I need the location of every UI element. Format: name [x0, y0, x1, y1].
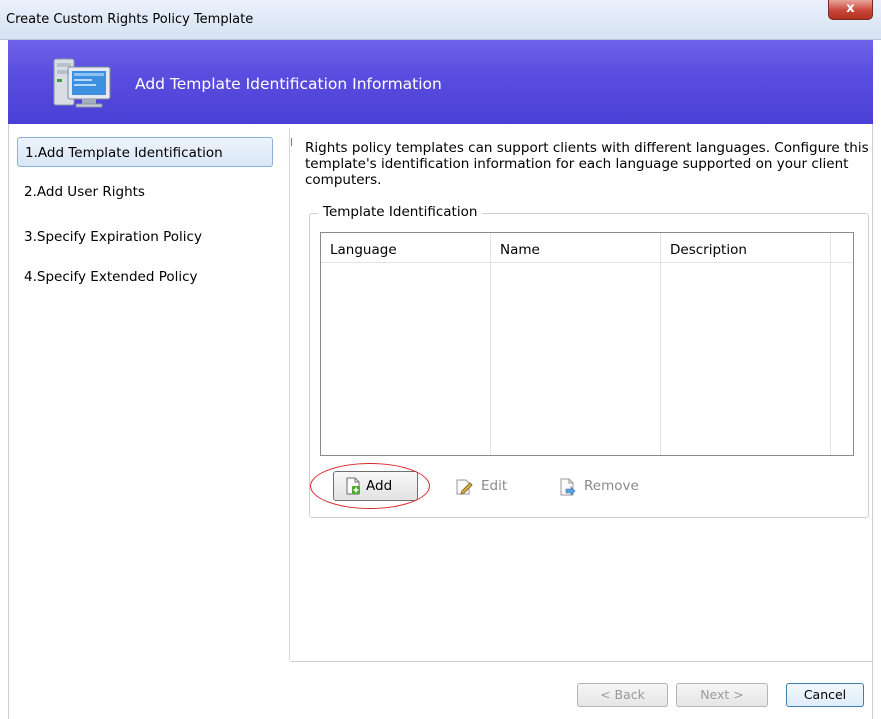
splitter-handle[interactable]: [291, 138, 292, 146]
close-icon: x: [846, 1, 855, 16]
nav-step-add-user-rights[interactable]: 2.Add User Rights: [17, 177, 145, 207]
cancel-button[interactable]: Cancel: [786, 683, 864, 707]
nav-step-add-template-identification[interactable]: 1.Add Template Identification: [17, 137, 273, 167]
nav-step-specify-extended-policy[interactable]: 4.Specify Extended Policy: [17, 262, 198, 292]
column-header-language[interactable]: Language: [321, 233, 490, 263]
computer-monitor-icon: [53, 58, 111, 108]
remove-button-label: Remove: [584, 478, 639, 494]
nav-step-label: 4.Specify Extended Policy: [24, 269, 198, 285]
nav-step-label: 3.Specify Expiration Policy: [24, 229, 202, 245]
column-header-description[interactable]: Description: [661, 233, 830, 263]
edit-document-icon: [456, 479, 473, 495]
edit-button[interactable]: Edit: [455, 472, 525, 502]
next-button[interactable]: Next >: [676, 683, 768, 707]
group-label: Template Identification: [318, 204, 483, 220]
banner-title: Add Template Identification Information: [135, 75, 442, 93]
column-name: Name: [491, 233, 661, 455]
remove-document-icon: [560, 478, 576, 496]
identification-table[interactable]: Language Name Description: [320, 232, 854, 456]
step-description: Rights policy templates can support clie…: [305, 140, 869, 188]
back-button[interactable]: < Back: [577, 683, 668, 707]
wizard-banner: Add Template Identification Information: [8, 40, 873, 124]
column-header-filler: [831, 233, 853, 263]
edit-button-label: Edit: [481, 478, 508, 494]
close-button[interactable]: x: [828, 0, 873, 20]
nav-step-specify-expiration-policy[interactable]: 3.Specify Expiration Policy: [17, 222, 202, 252]
footer-divider: [290, 661, 873, 662]
title-bar: Create Custom Rights Policy Template x: [0, 0, 881, 40]
back-button-label: < Back: [600, 687, 645, 702]
column-language: Language: [321, 233, 491, 455]
cancel-button-label: Cancel: [803, 687, 847, 702]
annotation-highlight-circle: [310, 463, 430, 509]
next-button-label: Next >: [700, 687, 744, 702]
remove-button[interactable]: Remove: [558, 472, 658, 502]
column-description: Description: [661, 233, 831, 455]
nav-step-label: 2.Add User Rights: [24, 184, 145, 200]
window-title: Create Custom Rights Policy Template: [6, 12, 254, 27]
nav-divider: [289, 128, 290, 660]
nav-step-label: 1.Add Template Identification: [25, 145, 223, 161]
column-header-name[interactable]: Name: [491, 233, 660, 263]
column-filler: [831, 233, 853, 455]
